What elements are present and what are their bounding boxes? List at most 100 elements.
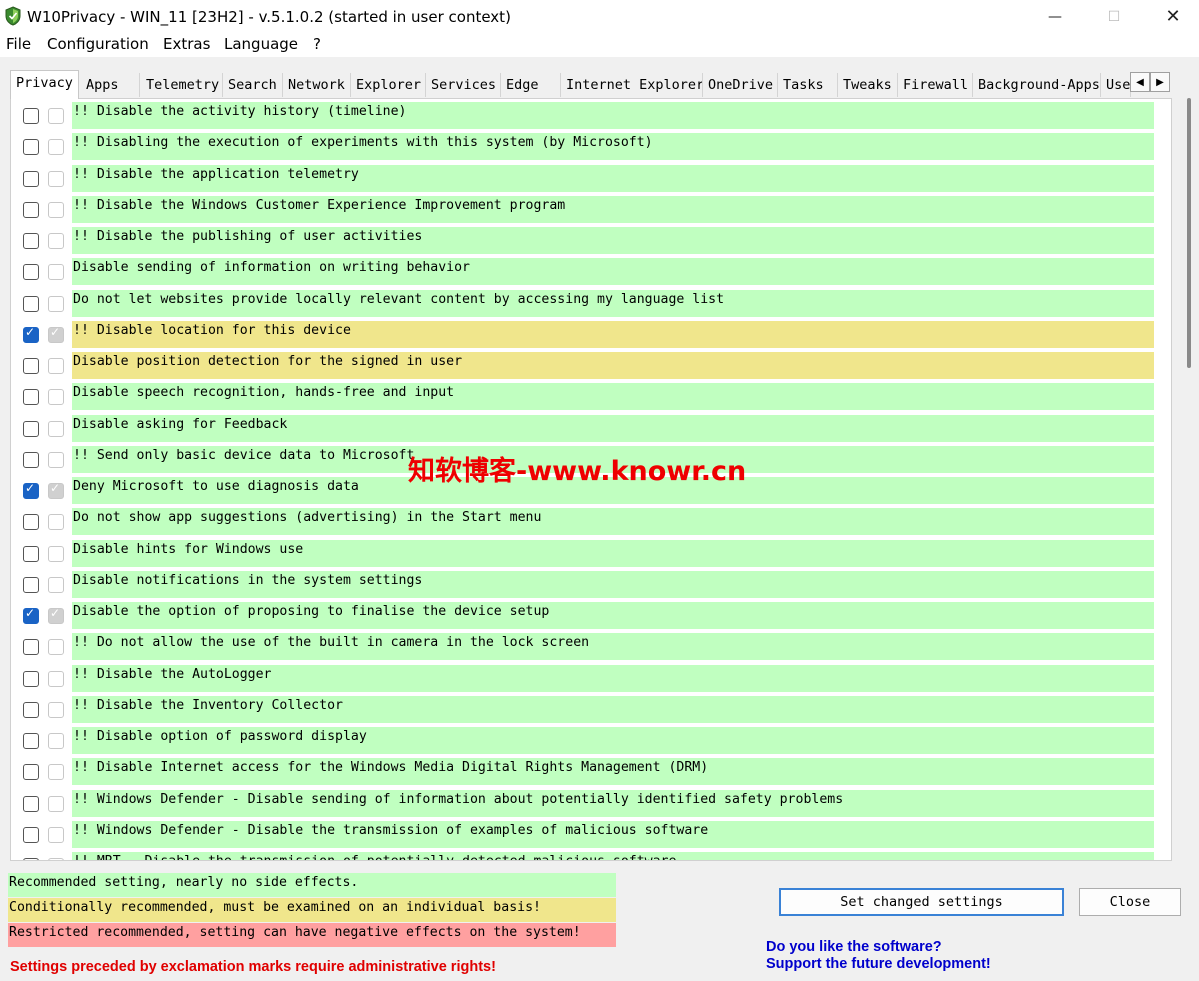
setting-label: !! Disable the application telemetry <box>72 164 1154 192</box>
setting-checkbox[interactable] <box>23 139 39 156</box>
setting-status-checkbox <box>48 358 64 374</box>
setting-checkbox[interactable]: ✓ <box>23 606 39 624</box>
tab-search[interactable]: Search <box>223 73 283 97</box>
setting-label: !! Disable the publishing of user activi… <box>72 227 1154 254</box>
tab-scroll-right-icon[interactable]: ▶ <box>1150 72 1170 92</box>
setting-row[interactable]: !! Disable the Inventory Collector <box>11 695 1171 726</box>
setting-checkbox[interactable] <box>23 389 39 406</box>
setting-label: !! Disable location for this device <box>72 320 1154 348</box>
menu-extras[interactable]: Extras <box>163 35 210 53</box>
check-icon: ✓ <box>25 606 36 620</box>
setting-row[interactable]: Disable notifications in the system sett… <box>11 570 1171 601</box>
tab-telemetry[interactable]: Telemetry <box>141 73 223 97</box>
setting-row[interactable]: !! MRT - Disable the transmission of pot… <box>11 851 1171 860</box>
maximize-icon: ☐ <box>1107 8 1121 25</box>
setting-checkbox[interactable] <box>23 826 39 843</box>
setting-row[interactable]: Disable speech recognition, hands-free a… <box>11 382 1171 413</box>
tab-edge[interactable]: Edge <box>501 73 561 97</box>
tab-scroll-left-icon[interactable]: ◀ <box>1130 72 1150 92</box>
setting-checkbox[interactable] <box>23 545 39 562</box>
setting-label: !! Windows Defender - Disable sending of… <box>72 789 1154 817</box>
setting-checkbox[interactable] <box>23 420 39 437</box>
setting-checkbox[interactable] <box>23 795 39 812</box>
menu-language[interactable]: Language <box>224 35 298 53</box>
vertical-scrollbar[interactable] <box>1185 98 1193 861</box>
setting-row[interactable]: !! Windows Defender - Disable the transm… <box>11 820 1171 851</box>
setting-row[interactable]: Disable position detection for the signe… <box>11 351 1171 382</box>
tab-tweaks[interactable]: Tweaks <box>838 73 898 97</box>
setting-row[interactable]: !! Disable the publishing of user activi… <box>11 226 1171 257</box>
support-link-question[interactable]: Do you like the software? <box>766 939 942 955</box>
setting-checkbox[interactable] <box>23 264 39 281</box>
setting-row[interactable]: !! Windows Defender - Disable sending of… <box>11 789 1171 820</box>
setting-checkbox[interactable]: ✓ <box>23 481 39 499</box>
setting-checkbox[interactable] <box>23 733 39 749</box>
setting-label: !! Disable Internet access for the Windo… <box>72 758 1154 786</box>
setting-checkbox[interactable]: ✓ <box>23 325 39 343</box>
setting-row[interactable]: Disable sending of information on writin… <box>11 257 1171 288</box>
setting-checkbox[interactable] <box>23 451 39 468</box>
setting-row[interactable]: !! Disable the Windows Customer Experien… <box>11 195 1171 226</box>
setting-checkbox[interactable] <box>23 108 39 124</box>
window-title: W10Privacy - WIN_11 [23H2] - v.5.1.0.2 (… <box>27 8 511 26</box>
menu-help[interactable]: ? <box>313 35 321 53</box>
setting-row[interactable]: !! Disable the application telemetry <box>11 164 1171 195</box>
setting-checkbox[interactable] <box>23 701 39 718</box>
setting-label: !! Do not allow the use of the built in … <box>72 633 1154 661</box>
setting-row[interactable]: Disable asking for Feedback <box>11 414 1171 445</box>
setting-status-checkbox <box>48 764 64 781</box>
setting-row[interactable]: !! Disable the AutoLogger <box>11 664 1171 695</box>
setting-row[interactable]: Do not show app suggestions (advertising… <box>11 507 1171 538</box>
tab-network[interactable]: Network <box>283 73 351 97</box>
menu-configuration[interactable]: Configuration <box>47 35 149 53</box>
setting-checkbox[interactable] <box>23 514 39 531</box>
setting-row[interactable]: Disable hints for Windows use <box>11 539 1171 570</box>
setting-status-checkbox <box>48 826 64 843</box>
setting-status-checkbox <box>48 201 64 218</box>
tab-user[interactable]: User <box>1101 73 1131 97</box>
setting-row[interactable]: ✓ ✓ Disable the option of proposing to fin… <box>11 601 1171 632</box>
set-changed-settings-button[interactable]: Set changed settings <box>779 888 1064 916</box>
tab-privacy[interactable]: Privacy <box>10 70 79 99</box>
setting-row[interactable]: Do not let websites provide locally rele… <box>11 289 1171 320</box>
check-icon: ✓ <box>50 606 61 620</box>
shield-icon <box>5 6 21 26</box>
tab-firewall[interactable]: Firewall <box>898 73 973 97</box>
tab-apps[interactable]: Apps <box>81 73 140 97</box>
setting-row[interactable]: ✓ ✓ !! Disable location for this device <box>11 320 1171 351</box>
tab-strip: Privacy Apps Telemetry Search Network Ex… <box>10 70 1172 99</box>
setting-checkbox[interactable] <box>23 295 39 312</box>
setting-row[interactable]: !! Do not allow the use of the built in … <box>11 632 1171 663</box>
menu-file[interactable]: File <box>6 35 31 53</box>
setting-checkbox[interactable] <box>23 358 39 374</box>
setting-row[interactable]: !! Disable Internet access for the Windo… <box>11 757 1171 788</box>
setting-checkbox[interactable] <box>23 858 39 860</box>
support-link-development[interactable]: Support the future development! <box>766 956 991 972</box>
tab-tasks[interactable]: Tasks <box>778 73 838 97</box>
tab-services[interactable]: Services <box>426 73 501 97</box>
tab-explorer[interactable]: Explorer <box>351 73 426 97</box>
maximize-button[interactable]: ☐ <box>1086 0 1142 33</box>
tab-internet-explorer[interactable]: Internet Explorer <box>561 73 703 97</box>
setting-label: Disable sending of information on writin… <box>72 258 1154 286</box>
setting-label: !! Disable the AutoLogger <box>72 664 1154 692</box>
setting-checkbox[interactable] <box>23 170 39 187</box>
setting-label: Disable asking for Feedback <box>72 414 1154 442</box>
setting-checkbox[interactable] <box>23 201 39 218</box>
scrollbar-thumb[interactable] <box>1187 98 1191 368</box>
setting-checkbox[interactable] <box>23 670 39 687</box>
setting-label: Do not let websites provide locally rele… <box>72 289 1154 317</box>
setting-checkbox[interactable] <box>23 764 39 781</box>
setting-checkbox[interactable] <box>23 233 39 249</box>
setting-checkbox[interactable] <box>23 639 39 656</box>
close-button[interactable]: Close <box>1079 888 1181 916</box>
setting-label: !! Disable the Inventory Collector <box>72 695 1154 723</box>
setting-row[interactable]: !! Disable option of password display <box>11 726 1171 757</box>
tab-onedrive[interactable]: OneDrive <box>703 73 778 97</box>
minimize-button[interactable]: — <box>1027 0 1083 33</box>
setting-row[interactable]: !! Disable the activity history (timelin… <box>11 101 1171 132</box>
tab-background-apps[interactable]: Background-Apps <box>973 73 1101 97</box>
setting-row[interactable]: !! Disabling the execution of experiment… <box>11 132 1171 163</box>
setting-checkbox[interactable] <box>23 576 39 593</box>
close-window-button[interactable]: ✕ <box>1145 0 1199 33</box>
